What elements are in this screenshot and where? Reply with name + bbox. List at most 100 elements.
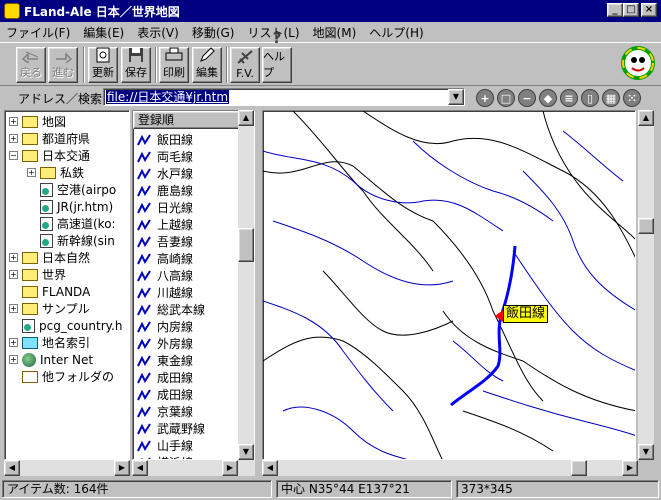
list-item[interactable]: 山手線 [137, 437, 193, 454]
scroll-right-arrow[interactable]: ▶ [222, 460, 238, 476]
list-item[interactable]: 高崎線 [137, 250, 193, 267]
folder-icon [40, 166, 56, 179]
zoom-out-icon[interactable]: − [518, 89, 536, 107]
list-header[interactable]: 登録順 [133, 111, 240, 129]
edit-button[interactable]: 編集 [192, 47, 222, 83]
app-logo [621, 44, 655, 82]
list-item[interactable]: 水戸線 [137, 165, 193, 182]
move-icon[interactable]: ◆ [539, 89, 557, 107]
zoom-in-icon[interactable]: + [476, 89, 494, 107]
rect-icon[interactable]: □ [497, 89, 515, 107]
back-button[interactable]: 戻る [16, 47, 46, 83]
tree-item[interactable]: + Inter Net [9, 351, 93, 368]
list-item[interactable]: 飯田線 [137, 131, 193, 148]
minimize-button[interactable]: _ [607, 3, 623, 17]
list-item[interactable]: 吾妻線 [137, 233, 193, 250]
rail-line-icon [137, 218, 151, 230]
folder-open-icon [22, 149, 38, 162]
scroll-up-arrow[interactable]: ▲ [638, 110, 654, 126]
tree-item[interactable]: + 地名索引 [9, 334, 90, 351]
scroll-down-arrow[interactable]: ▼ [238, 444, 254, 460]
list-v-scrollbar[interactable] [238, 110, 254, 460]
folder-icon [22, 370, 38, 383]
list-item[interactable]: 京葉線 [137, 403, 193, 420]
scroll-down-arrow[interactable]: ▼ [638, 444, 654, 460]
question-icon: ? [272, 29, 282, 47]
scroll-left-arrow[interactable]: ◀ [4, 460, 20, 476]
folder-icon [22, 251, 38, 264]
tree-item[interactable]: + 日本自然 [9, 249, 90, 266]
tree-item[interactable]: 他フォルダの [22, 368, 114, 385]
list-item[interactable]: 川越線 [137, 284, 193, 301]
tree-item[interactable]: JR(jr.htm) [40, 198, 113, 215]
list-item[interactable]: 日光線 [137, 199, 193, 216]
menu-help[interactable]: ヘルプ(H) [369, 24, 423, 41]
map-v-scrollbar[interactable] [638, 110, 654, 460]
save-button[interactable]: 保存 [121, 47, 151, 83]
list-item[interactable]: 上越線 [137, 216, 193, 233]
list-item[interactable]: 外房線 [137, 335, 193, 352]
tree-item[interactable]: + 都道府県 [9, 130, 90, 147]
menu-go[interactable]: 移動(G) [192, 24, 235, 41]
document-icon [40, 233, 53, 248]
route-label: 飯田線 [503, 305, 549, 323]
scroll-right-arrow[interactable]: ▶ [114, 460, 130, 476]
menu-edit[interactable]: 編集(E) [83, 24, 124, 41]
scroll-left-arrow[interactable]: ◀ [262, 460, 278, 476]
map-canvas[interactable] [263, 111, 636, 460]
printer-icon [163, 47, 185, 63]
list-item[interactable]: 武蔵野線 [137, 420, 205, 437]
refresh-button[interactable]: 更新 [88, 47, 118, 83]
layers-icon[interactable]: ≡ [560, 89, 578, 107]
tree-item[interactable]: FLANDA [22, 283, 90, 300]
tree-item[interactable]: 空港(airpo [40, 181, 116, 198]
list-item[interactable]: 八高線 [137, 267, 193, 284]
grid-icon[interactable]: ▦ [602, 89, 620, 107]
tree-item[interactable]: pcg_country.h [22, 317, 122, 334]
maximize-button[interactable]: □ [623, 3, 639, 17]
status-center-coords: 中心 N35°44 E137°21 [276, 480, 452, 498]
document-icon [22, 318, 35, 333]
dice-icon[interactable]: ⁙ [623, 89, 641, 107]
list-item[interactable]: 鹿島線 [137, 182, 193, 199]
tree-item[interactable]: + 私鉄 [27, 164, 84, 181]
scroll-up-arrow[interactable]: ▲ [238, 110, 254, 126]
menu-view[interactable]: 表示(V) [137, 24, 179, 41]
map-view[interactable]: 飯田線 [262, 110, 636, 460]
list-item[interactable]: 両毛線 [137, 148, 193, 165]
tree-item[interactable]: + 世界 [9, 266, 66, 283]
highlighted-route [450, 245, 517, 407]
scroll-right-arrow[interactable]: ▶ [622, 460, 638, 476]
forward-button[interactable]: 進む [48, 47, 78, 83]
rail-line-icon [137, 269, 151, 281]
list-item[interactable]: 内房線 [137, 318, 193, 335]
list-item[interactable]: 東金線 [137, 352, 193, 369]
list-item[interactable]: 成田線 [137, 369, 193, 386]
tree-item[interactable]: − 日本交通 [9, 147, 90, 164]
tree-h-scrollbar[interactable] [4, 460, 130, 476]
app-icon[interactable] [4, 3, 20, 19]
menu-map[interactable]: 地図(M) [313, 24, 357, 41]
railway-list[interactable]: 登録順 飯田線 両毛線 水戸線 鹿島線 日光線 上越線 吾妻線 高崎線 八高線 川越線 総武本線 内房… [132, 110, 255, 460]
map-h-scroll-thumb[interactable] [571, 460, 587, 476]
list-scroll-thumb[interactable] [238, 228, 254, 262]
folder-tree[interactable]: + 地図 + 都道府県 − 日本交通 + 私鉄 空港(airpo JR(jr.htm) … [4, 110, 130, 460]
address-dropdown-button[interactable]: ▼ [448, 89, 464, 105]
list-item[interactable]: 成田線 [137, 386, 193, 403]
help-button[interactable]: ? ヘルプ [262, 29, 292, 83]
close-button[interactable]: × [641, 3, 657, 17]
tree-item[interactable]: + サンプル [9, 300, 90, 317]
tree-item[interactable]: + 地図 [9, 113, 66, 130]
menu-file[interactable]: ファイル(F) [6, 24, 70, 41]
page-icon[interactable]: ▯ [581, 89, 599, 107]
scroll-left-arrow[interactable]: ◀ [132, 460, 148, 476]
tree-item[interactable]: 新幹線(sin [40, 232, 115, 249]
address-input[interactable]: file://日本交通¥jr.htm [103, 88, 465, 106]
fv-button[interactable]: F.V. [230, 47, 260, 83]
tree-item[interactable]: 高速道(ko: [40, 215, 116, 232]
list-item[interactable]: 総武本線 [137, 301, 205, 318]
rail-line-icon [137, 405, 151, 417]
print-button[interactable]: 印刷 [159, 47, 189, 83]
map-v-scroll-thumb[interactable] [638, 218, 654, 234]
airplane-icon [234, 48, 256, 66]
